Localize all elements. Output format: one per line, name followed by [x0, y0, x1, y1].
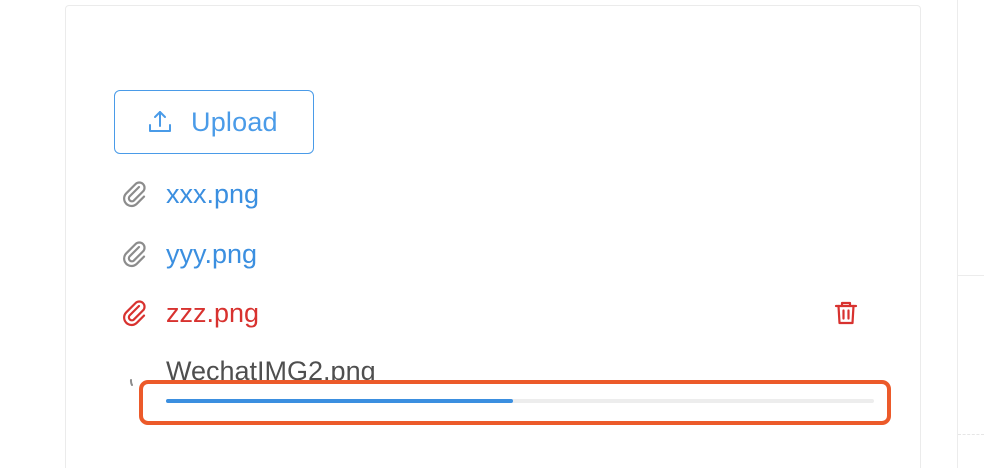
file-item[interactable]: xxx.png	[120, 174, 880, 214]
upload-icon	[147, 109, 173, 135]
panel-divider	[957, 0, 958, 468]
file-name-link[interactable]: zzz.png	[166, 298, 259, 329]
upload-progress-fill	[166, 399, 513, 403]
panel-dashed-separator	[958, 434, 984, 435]
trash-icon[interactable]	[832, 299, 860, 327]
panel-separator	[958, 275, 984, 276]
page: Upload xxx.png yyy.png zzz.png WechatIMG…	[0, 0, 984, 468]
upload-progress-bar	[166, 399, 874, 403]
file-name-link[interactable]: xxx.png	[166, 179, 259, 210]
file-name-link[interactable]: yyy.png	[166, 239, 257, 270]
upload-button-label: Upload	[191, 106, 278, 137]
paperclip-icon	[120, 239, 150, 269]
file-item-error[interactable]: zzz.png	[120, 293, 880, 333]
file-item[interactable]: yyy.png	[120, 234, 880, 274]
paperclip-icon	[120, 179, 150, 209]
upload-button[interactable]: Upload	[114, 90, 314, 154]
paperclip-icon	[120, 298, 150, 328]
